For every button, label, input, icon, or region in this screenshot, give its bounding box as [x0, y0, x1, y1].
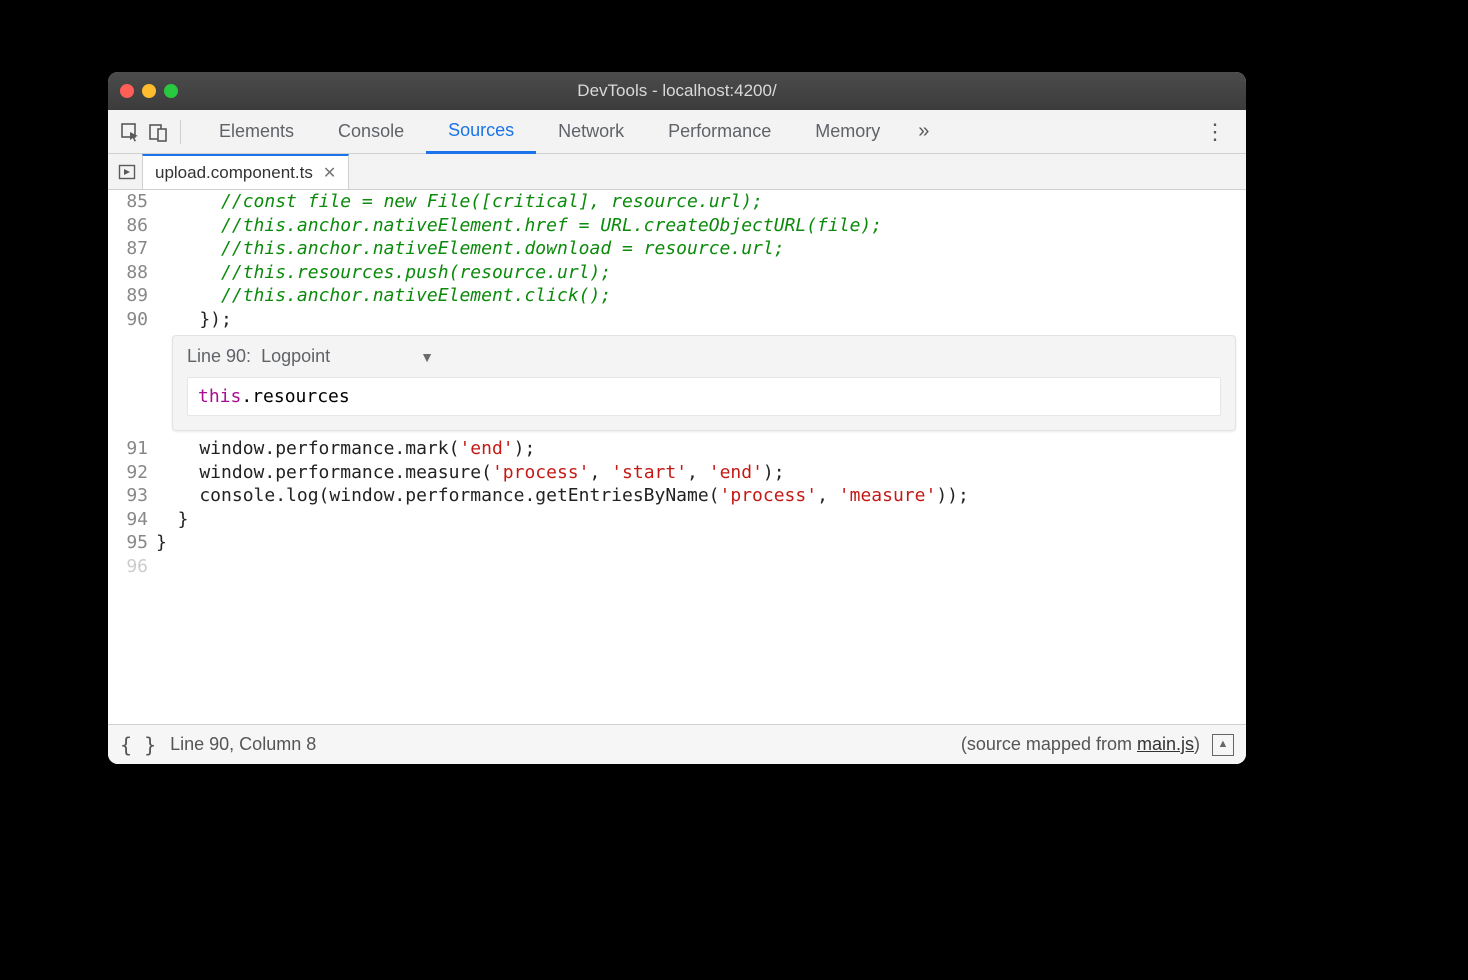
code-block-top: 858687888990 //const file = new File([cr…	[108, 190, 1246, 331]
tab-performance[interactable]: Performance	[646, 110, 793, 154]
breakpoint-type-label: Logpoint	[261, 346, 330, 367]
source-editor[interactable]: 858687888990 //const file = new File([cr…	[108, 190, 1246, 724]
logpoint-rest-token: .resources	[241, 386, 349, 407]
devtools-window: DevTools - localhost:4200/ ElementsConso…	[108, 72, 1246, 764]
titlebar[interactable]: DevTools - localhost:4200/	[108, 72, 1246, 110]
panel-tabs: ElementsConsoleSourcesNetworkPerformance…	[197, 110, 902, 154]
logpoint-expression-input[interactable]: this.resources	[187, 377, 1221, 416]
code-lines[interactable]: //const file = new File([critical], reso…	[156, 190, 1246, 331]
logpoint-line-label: Line 90:	[187, 346, 251, 367]
window-controls	[120, 84, 178, 98]
line-gutter[interactable]: 858687888990	[108, 190, 156, 331]
chevron-down-icon: ▼	[420, 349, 434, 365]
file-tab-name: upload.component.ts	[155, 163, 313, 183]
minimize-window-button[interactable]	[142, 84, 156, 98]
file-tab-strip: upload.component.ts ✕	[108, 154, 1246, 190]
tab-console[interactable]: Console	[316, 110, 426, 154]
logpoint-this-token: this	[198, 386, 241, 407]
source-map-link[interactable]: main.js	[1137, 734, 1194, 754]
settings-menu-icon[interactable]: ⋮	[1192, 119, 1238, 145]
line-gutter[interactable]: 919293949596	[108, 437, 156, 578]
breakpoint-editor: Line 90: Logpoint ▼ this.resources	[172, 335, 1236, 431]
inspect-element-icon[interactable]	[116, 118, 144, 146]
code-block-bottom: 919293949596 window.performance.mark('en…	[108, 437, 1246, 578]
tab-sources[interactable]: Sources	[426, 110, 536, 154]
tab-network[interactable]: Network	[536, 110, 646, 154]
status-bar: { } Line 90, Column 8 (source mapped fro…	[108, 724, 1246, 764]
close-window-button[interactable]	[120, 84, 134, 98]
zoom-window-button[interactable]	[164, 84, 178, 98]
tab-memory[interactable]: Memory	[793, 110, 902, 154]
close-tab-icon[interactable]: ✕	[323, 163, 336, 183]
window-title: DevTools - localhost:4200/	[108, 81, 1246, 101]
pretty-print-icon[interactable]: { }	[120, 733, 156, 757]
toolbar-divider	[180, 120, 181, 144]
code-lines[interactable]: window.performance.mark('end'); window.p…	[156, 437, 1246, 578]
navigator-toggle-icon[interactable]	[112, 154, 142, 189]
more-panels-icon[interactable]: »	[918, 120, 929, 143]
breakpoint-type-dropdown[interactable]: Logpoint ▼	[261, 346, 434, 367]
cursor-position: Line 90, Column 8	[170, 734, 316, 755]
file-tab[interactable]: upload.component.ts ✕	[142, 154, 349, 189]
tab-elements[interactable]: Elements	[197, 110, 316, 154]
device-toolbar-icon[interactable]	[144, 118, 172, 146]
show-sidebar-icon[interactable]	[1212, 734, 1234, 756]
source-map-info: (source mapped from main.js)	[961, 734, 1200, 755]
devtools-toolbar: ElementsConsoleSourcesNetworkPerformance…	[108, 110, 1246, 154]
